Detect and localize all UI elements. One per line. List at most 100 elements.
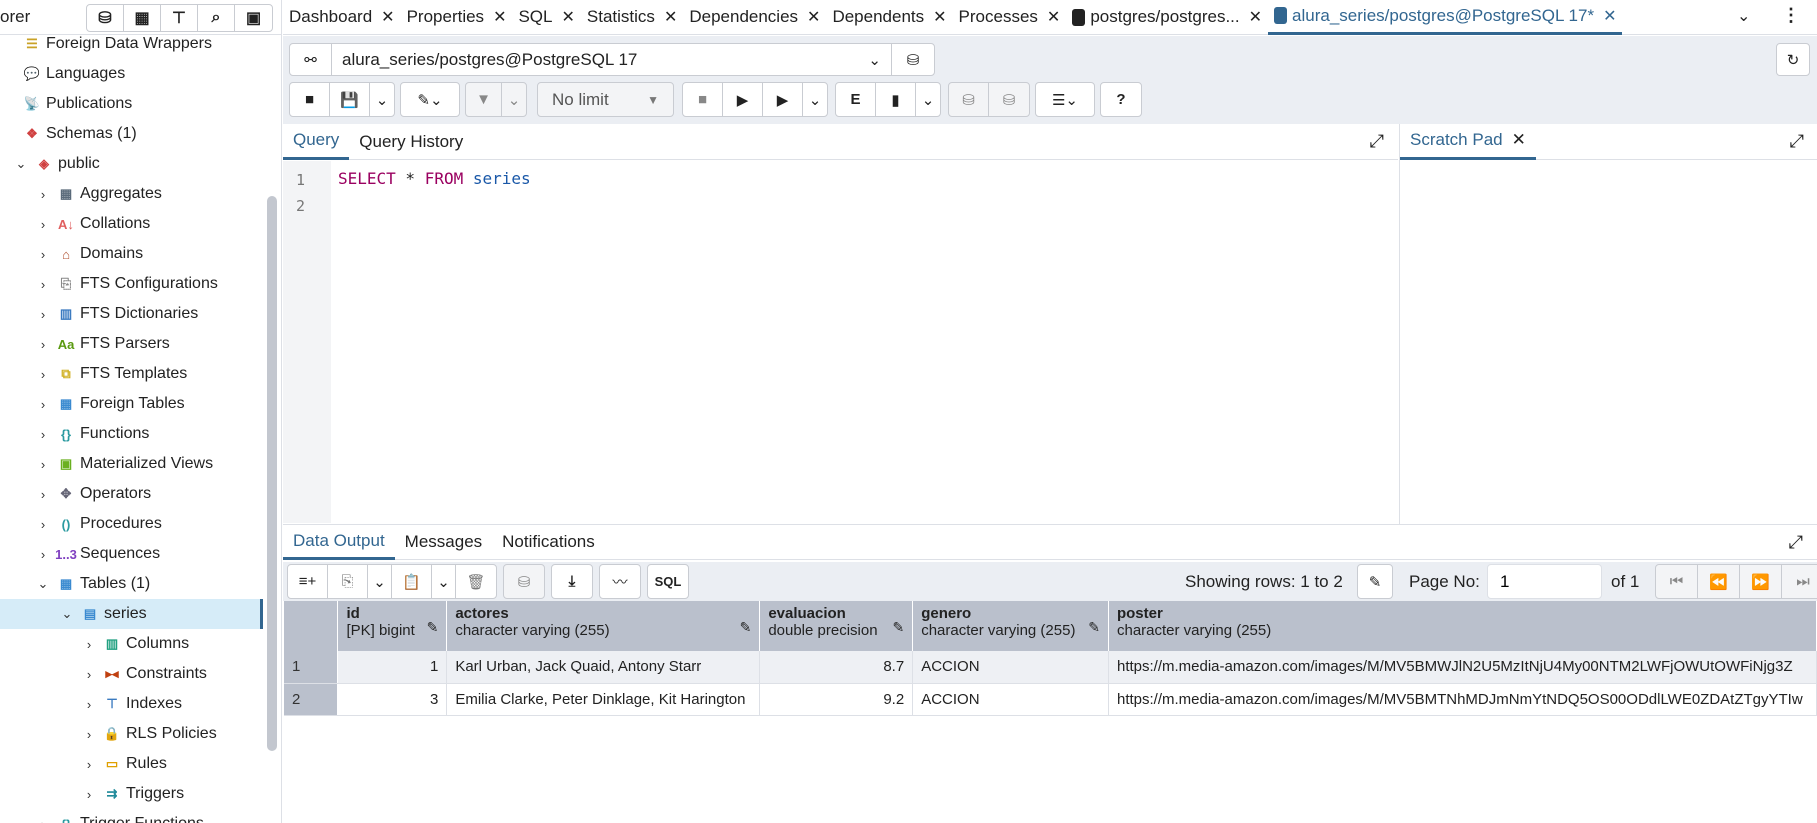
new-connection-icon[interactable]: ⛁ — [892, 44, 934, 75]
tree-item-rls-policies[interactable]: › 🔒 RLS Policies — [0, 719, 263, 749]
tree-item-operators[interactable]: › ✥ Operators — [0, 479, 263, 509]
tree-item-functions[interactable]: › {} Functions — [0, 419, 263, 449]
page-number-input[interactable] — [1487, 564, 1602, 599]
column-header-actores[interactable]: actores character varying (255) ✎ — [446, 601, 761, 651]
close-icon[interactable]: ✕ — [493, 7, 506, 27]
tab-query[interactable]: Query — [283, 124, 350, 160]
tab-query-history[interactable]: Query History — [349, 124, 473, 160]
row-number-header[interactable] — [284, 601, 339, 651]
filter-icon[interactable]: ▼ — [466, 83, 502, 116]
paste-icon[interactable]: 📋 — [392, 565, 432, 598]
chevron-right-icon[interactable]: › — [36, 367, 50, 382]
chevron-right-icon[interactable]: › — [36, 217, 50, 232]
macros-list-icon[interactable]: ☰⌄ — [1036, 83, 1094, 116]
chevron-down-icon[interactable]: ⌄ — [36, 576, 50, 592]
limit-select[interactable]: No limit ▼ — [537, 82, 674, 117]
chevron-right-icon[interactable]: › — [36, 547, 50, 562]
column-header-evaluacion[interactable]: evaluacion double precision ✎ — [759, 601, 914, 651]
close-icon[interactable]: ✕ — [1047, 7, 1060, 27]
explain-icon[interactable]: E — [836, 83, 876, 116]
tab-messages[interactable]: Messages — [395, 524, 492, 560]
paste-dropdown-chevron-icon[interactable]: ⌄ — [432, 565, 456, 598]
save-data-icon[interactable]: ⛁ — [504, 565, 544, 598]
next-page-icon[interactable]: ⏩ — [1740, 565, 1782, 598]
open-file-icon[interactable]: ■ — [290, 83, 330, 116]
chevron-right-icon[interactable]: › — [36, 427, 50, 442]
tree-item-foreign-data-wrappers[interactable]: ☰ Foreign Data Wrappers — [0, 29, 263, 59]
tree-item-publications[interactable]: 📡 Publications — [0, 89, 263, 119]
tree-item-constraints[interactable]: › ▸◂ Constraints — [0, 659, 263, 689]
cell-poster[interactable]: https://m.media-amazon.com/images/M/MV5B… — [1108, 651, 1817, 684]
tree-item-languages[interactable]: 💬 Languages — [0, 59, 263, 89]
maximize-icon[interactable]: ⤢ — [1370, 131, 1384, 152]
chevron-down-icon[interactable]: ⌄ — [14, 156, 28, 172]
tree-item-fts-configurations[interactable]: › ⎘ FTS Configurations — [0, 269, 263, 299]
filter-dropdown-chevron-icon[interactable]: ⌄ — [502, 83, 526, 116]
last-page-icon[interactable]: ⏭ — [1782, 565, 1817, 598]
chevron-right-icon[interactable]: › — [36, 517, 50, 532]
first-page-icon[interactable]: ⏮ — [1656, 565, 1698, 598]
close-icon[interactable]: ✕ — [664, 7, 677, 27]
chevron-right-icon[interactable]: › — [82, 697, 96, 712]
column-header-genero[interactable]: genero character varying (255) ✎ — [912, 601, 1109, 651]
tree-item-columns[interactable]: › ▥ Columns — [0, 629, 263, 659]
close-icon[interactable]: ✕ — [1512, 130, 1526, 150]
sql-editor[interactable]: 1 2 SELECT * FROM series — [283, 161, 1398, 523]
tab-sql[interactable]: SQL ✕ — [512, 0, 580, 35]
table-row[interactable]: 1 1 Karl Urban, Jack Quaid, Antony Starr… — [284, 651, 1817, 684]
close-icon[interactable]: ✕ — [1249, 7, 1262, 27]
search-icon[interactable]: ⌕ — [198, 5, 235, 31]
table-icon[interactable]: ▦ — [124, 5, 161, 31]
tab-scratch-pad[interactable]: Scratch Pad ✕ — [1400, 124, 1536, 160]
tree-item-rules[interactable]: › ▭ Rules — [0, 749, 263, 779]
sidebar-scrollbar[interactable] — [267, 196, 277, 751]
connection-status-icon[interactable]: ⚯ — [290, 44, 332, 75]
tab-statistics[interactable]: Statistics ✕ — [581, 0, 683, 35]
chevron-right-icon[interactable]: › — [36, 187, 50, 202]
cell-evaluacion[interactable]: 9.2 — [759, 683, 914, 716]
chevron-right-icon[interactable]: › — [82, 667, 96, 682]
rollback-icon[interactable]: ⛁ — [989, 83, 1029, 116]
row-number[interactable]: 2 — [284, 683, 339, 716]
row-number[interactable]: 1 — [284, 651, 339, 684]
save-dropdown-chevron-icon[interactable]: ⌄ — [370, 83, 394, 116]
tree-item-aggregates[interactable]: › ▦ Aggregates — [0, 179, 263, 209]
chevron-down-icon[interactable]: ⌄ — [60, 606, 74, 622]
tree-item-foreign-tables[interactable]: › ▦ Foreign Tables — [0, 389, 263, 419]
tree-item-public[interactable]: ⌄ ◈ public — [0, 149, 263, 179]
tree-item-materialized-views[interactable]: › ▣ Materialized Views — [0, 449, 263, 479]
refresh-icon[interactable]: ↻ — [1776, 43, 1810, 76]
close-icon[interactable]: ✕ — [1603, 6, 1616, 26]
tree-item-fts-dictionaries[interactable]: › ▥ FTS Dictionaries — [0, 299, 263, 329]
copy-icon[interactable]: ⎘ — [328, 565, 368, 598]
close-icon[interactable]: ✕ — [807, 7, 820, 27]
chevron-right-icon[interactable]: › — [36, 397, 50, 412]
stop-icon[interactable]: ■ — [683, 83, 723, 116]
previous-page-icon[interactable]: ⏪ — [1698, 565, 1740, 598]
close-icon[interactable]: ✕ — [381, 7, 394, 27]
sql-button[interactable]: SQL — [648, 565, 688, 598]
download-icon[interactable]: ⤓ — [552, 565, 592, 598]
tree-item-series[interactable]: ⌄ ▤ series — [0, 599, 263, 629]
add-row-icon[interactable]: ≡+ — [288, 565, 328, 598]
tree-item-collations[interactable]: › A↓ Collations — [0, 209, 263, 239]
execute-script-icon[interactable]: ▶ — [763, 83, 803, 116]
filter-table-icon[interactable]: ⊤ — [161, 5, 198, 31]
save-icon[interactable]: 💾 — [330, 83, 370, 116]
tab-dependencies[interactable]: Dependencies ✕ — [683, 0, 826, 35]
close-icon[interactable]: ✕ — [933, 7, 946, 27]
tree-item-schemas-1[interactable]: ❖ Schemas (1) — [0, 119, 263, 149]
chevron-right-icon[interactable]: › — [36, 247, 50, 262]
copy-dropdown-chevron-icon[interactable]: ⌄ — [368, 565, 392, 598]
tree-item-trigger-functions[interactable]: › {} Trigger Functions — [0, 809, 263, 823]
chevron-right-icon[interactable]: › — [82, 727, 96, 742]
tabs-overflow-chevron-icon[interactable]: ⌄ — [1737, 6, 1750, 26]
tab-data-output[interactable]: Data Output — [283, 524, 395, 560]
cell-id[interactable]: 1 — [337, 651, 448, 684]
cell-actores[interactable]: Emilia Clarke, Peter Dinklage, Kit Harin… — [446, 683, 761, 716]
chevron-right-icon[interactable]: › — [82, 787, 96, 802]
column-header-poster[interactable]: poster character varying (255) — [1108, 601, 1817, 651]
tree-item-indexes[interactable]: › ⊤ Indexes — [0, 689, 263, 719]
cell-poster[interactable]: https://m.media-amazon.com/images/M/MV5B… — [1108, 683, 1817, 716]
maximize-icon[interactable]: ⤢ — [1790, 131, 1804, 152]
